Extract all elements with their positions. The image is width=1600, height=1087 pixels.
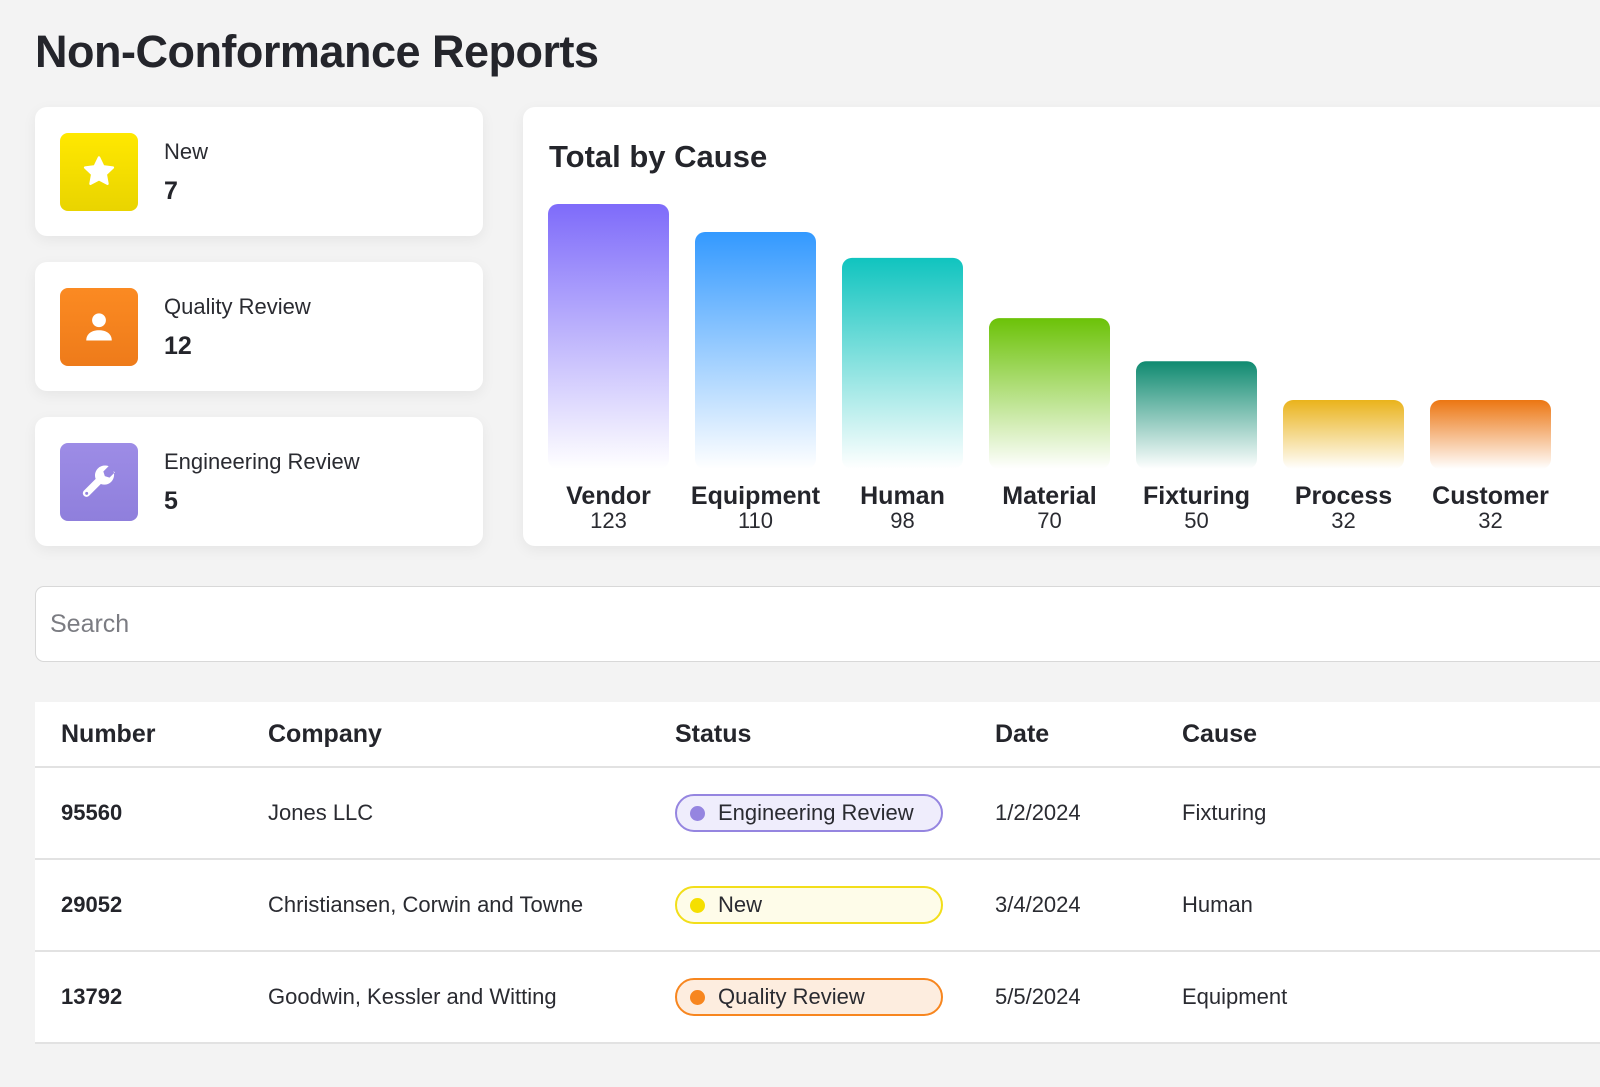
- status-dot-icon: [690, 897, 705, 913]
- row-date: 1/2/2024: [995, 800, 1081, 825]
- bar-category-label: Process: [1295, 482, 1392, 510]
- bar-material[interactable]: [989, 318, 1110, 469]
- nc-reports-table: Number Company Status Date Cause 95560 J…: [35, 702, 1600, 1044]
- row-number: 95560: [61, 800, 123, 825]
- search-input[interactable]: [35, 586, 1600, 662]
- table-row[interactable]: 13792 Goodwin, Kessler and Witting Quali…: [35, 952, 1600, 1044]
- page-title: Non-Conformance Reports: [35, 26, 599, 77]
- row-status: New: [675, 860, 943, 950]
- row-date: 5/5/2024: [995, 984, 1081, 1009]
- column-header-company[interactable]: Company: [268, 702, 382, 766]
- bar-vendor[interactable]: [548, 204, 669, 469]
- status-badge-label: New: [718, 892, 763, 917]
- bar-category-label: Material: [1002, 482, 1096, 510]
- bar-value-label: 32: [1478, 508, 1502, 533]
- status-dot-icon: [690, 805, 705, 821]
- bar-human[interactable]: [842, 257, 963, 469]
- bar-value-label: 70: [1037, 508, 1061, 533]
- status-badge: Engineering Review: [675, 794, 943, 832]
- row-company: Goodwin, Kessler and Witting: [268, 984, 557, 1009]
- bar-category-label: Fixturing: [1143, 482, 1250, 510]
- column-header-cause[interactable]: Cause: [1182, 702, 1257, 766]
- bar-value-label: 32: [1331, 508, 1355, 533]
- row-date: 3/4/2024: [995, 892, 1081, 917]
- stat-label: New: [164, 139, 209, 164]
- stat-value: 5: [164, 487, 178, 515]
- table-header-row: Number Company Status Date Cause: [35, 702, 1600, 768]
- bar-category-label: Customer: [1432, 482, 1549, 510]
- user-icon: [60, 288, 138, 366]
- stat-card-quality-review[interactable]: Quality Review 12: [35, 262, 483, 391]
- column-header-status[interactable]: Status: [675, 702, 751, 766]
- row-status: Quality Review: [675, 952, 943, 1042]
- row-company: Jones LLC: [268, 800, 374, 825]
- bar-process[interactable]: [1283, 400, 1404, 469]
- table-row[interactable]: 29052 Christiansen, Corwin and Towne New…: [35, 860, 1600, 952]
- star-icon: [60, 133, 138, 211]
- bar-customer[interactable]: [1430, 400, 1551, 469]
- bar-category-label: Vendor: [566, 482, 651, 510]
- bar-category-label: Human: [860, 482, 945, 510]
- row-number: 29052: [61, 892, 123, 917]
- stat-label: Engineering Review: [164, 449, 360, 474]
- row-number: 13792: [61, 984, 123, 1009]
- stat-card-new[interactable]: New 7: [35, 107, 483, 236]
- status-dot-icon: [690, 989, 705, 1005]
- bar-value-label: 110: [738, 508, 773, 533]
- row-cause: Equipment: [1182, 984, 1288, 1009]
- status-badge-label: Quality Review: [718, 984, 865, 1009]
- total-by-cause-chart: Vendor123 Equipment110 Human98 Material70 Fi…: [548, 204, 1551, 533]
- table-row[interactable]: 95560 Jones LLC Engineering Review 1/2/2…: [35, 768, 1600, 860]
- bar-equipment[interactable]: [695, 232, 816, 469]
- column-header-date[interactable]: Date: [995, 702, 1049, 766]
- bar-value-label: 98: [890, 508, 914, 533]
- row-company: Christiansen, Corwin and Towne: [268, 892, 584, 917]
- column-header-number[interactable]: Number: [61, 702, 155, 766]
- row-cause: Human: [1182, 892, 1253, 917]
- status-badge: Quality Review: [675, 978, 943, 1016]
- bar-fixturing[interactable]: [1136, 361, 1257, 469]
- row-status: Engineering Review: [675, 768, 943, 858]
- wrench-icon: [60, 443, 138, 521]
- total-by-cause-chart-card: Total by Cause Vendor 123 Equipment 110 Huma…: [523, 107, 1600, 546]
- stat-label: Quality Review: [164, 294, 311, 319]
- bar-value-label: 123: [590, 508, 627, 533]
- stat-value: 12: [164, 332, 192, 360]
- status-badge-label: Engineering Review: [718, 800, 914, 825]
- stat-card-engineering-review[interactable]: Engineering Review 5: [35, 417, 483, 546]
- status-badge: New: [675, 886, 943, 924]
- stat-value: 7: [164, 177, 178, 205]
- bar-value-label: 50: [1184, 508, 1208, 533]
- bar-category-label: Equipment: [691, 482, 821, 510]
- row-cause: Fixturing: [1182, 800, 1267, 825]
